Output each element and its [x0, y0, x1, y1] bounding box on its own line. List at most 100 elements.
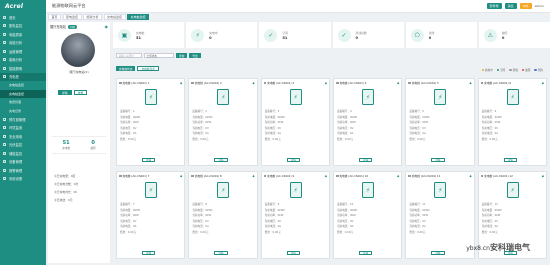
search-input[interactable]: 请输入关键字 [116, 53, 142, 58]
charging-gun-icon: ⚡ [362, 182, 374, 198]
legend-label: 预约 [537, 69, 543, 72]
pile-detail-button[interactable]: 详情 [286, 157, 300, 162]
sidebar-item[interactable]: 用能分析 [0, 39, 46, 48]
pile-detail-button[interactable]: 详情 [142, 250, 156, 255]
sidebar-item[interactable]: 智能照明 [0, 64, 46, 73]
pile-detail-button[interactable]: 详情 [142, 157, 156, 162]
sidebar-item[interactable]: 充电桩监控 [0, 89, 46, 98]
card-value: 0 [501, 35, 505, 40]
pile-checkbox[interactable] [119, 174, 122, 178]
pile-detail-button[interactable]: 详情 [431, 250, 445, 255]
page-tabs: 首页 配电监控 能耗分析 充电站监控 充电桩监控 [48, 14, 150, 21]
pile-card[interactable]: 充电桩 (AC-CS001) 7 ◆ ⚡ 设备编号：7 当前电量：0kWh 当前功率：0k… [116, 171, 186, 259]
query-button[interactable]: 查询 [176, 53, 188, 58]
station-detail-button[interactable]: 详情 [58, 90, 72, 95]
pile-detail-button[interactable]: 详情 [431, 157, 445, 162]
summary-card[interactable]: ⚠ 故障 0 [478, 22, 550, 48]
pile-details: 设备编号：5 当前电量：0kWh 当前功率：0kW 当前电压：0V 当前电流：0A 费用：… [409, 109, 429, 143]
menu-icon [3, 160, 6, 164]
sidebar: 首页 配电监控 电能质量 用能分析 运维管理 能耗分析 智能照明 充电桩 充电站监控 充电桩监控收… [0, 13, 46, 265]
sidebar-item[interactable]: 充电记录 [0, 107, 46, 116]
header-button-company[interactable]: 安科瑞 [486, 3, 502, 9]
summary-card[interactable]: ⚡ 充电中 0 [186, 22, 258, 48]
card-value: 51 [136, 35, 142, 40]
pile-card[interactable]: 充电桩 (AC-CS001) 5 ◆ ⚡ 设备编号：5 当前电量：0kWh 当前功率：0k… [405, 78, 475, 166]
sidebar-item[interactable]: 储能监控 [0, 149, 46, 158]
pile-checkbox[interactable] [408, 81, 411, 85]
sidebar-item[interactable]: 光伏监控 [0, 141, 46, 150]
pile-card[interactable]: 充电桩 (AC-CS001) 1 ◆ ⚡ 设备编号：1 当前电量：0kWh 当前功率：0k… [116, 78, 186, 166]
header-button-messages[interactable]: 消息 [504, 3, 517, 9]
sidebar-item[interactable]: 收费管理 [0, 98, 46, 107]
station-favorite-button[interactable]: 收藏 [73, 90, 88, 95]
location-pin-icon: ◆ [397, 173, 400, 178]
tab[interactable]: 首页 [48, 14, 62, 20]
header-button-language[interactable]: 中文 [519, 3, 532, 9]
tab-pile-list[interactable]: 充电桩列表 [137, 66, 159, 71]
tab[interactable]: 充电站监控 [103, 14, 126, 20]
pile-checkbox[interactable] [119, 81, 122, 85]
tab[interactable]: 充电桩监控 [127, 14, 150, 20]
pile-checkbox[interactable] [191, 174, 194, 178]
summary-card[interactable]: ✓ 离线总数 0 [332, 22, 404, 48]
pile-card[interactable]: 充电桩 (AC-CS001) 2 ◆ ⚡ 设备编号：2 当前电量：0kWh 当前功率：0k… [188, 78, 258, 166]
brand-logo[interactable]: Acrel [0, 0, 46, 13]
pile-checkbox[interactable] [191, 81, 194, 85]
sidebar-item[interactable]: 能耗分析 [0, 56, 46, 65]
pile-card[interactable]: 充电桩 (AC-CS001) 9 ◆ ⚡ 设备编号：9 当前电量：0kWh 当前功率：0k… [260, 171, 330, 259]
pile-card[interactable]: 充电桩 (AC-CS001) 6 ◆ ⚡ 设备编号：6 当前电量：0kWh 当前功率：0k… [477, 78, 547, 166]
station-toggle[interactable]: 切换 [67, 24, 77, 29]
sidebar-item[interactable]: 电能质量 [0, 30, 46, 39]
sidebar-item[interactable]: 运维管理 [0, 47, 46, 56]
pile-detail-button[interactable]: 详情 [359, 157, 373, 162]
status-select[interactable]: 全部状态 [144, 53, 174, 58]
pile-checkbox[interactable] [480, 174, 484, 178]
sidebar-item[interactable]: 充电桩 [0, 72, 46, 81]
sidebar-item[interactable]: 首页 [0, 13, 46, 22]
user-name[interactable]: admin [535, 4, 544, 8]
pile-detail-line: 当前功率：0kW [481, 214, 501, 218]
summary-card[interactable]: ✓ 空闲 51 [259, 22, 331, 48]
sidebar-item[interactable]: 预付费管理 [0, 115, 46, 124]
tab-pile-status[interactable]: 充电桩状态 [116, 66, 136, 71]
pile-card[interactable]: 充电桩 (AC-CS001) 4 ◆ ⚡ 设备编号：4 当前电量：0kWh 当前功率：0k… [333, 78, 403, 166]
pile-card[interactable]: 充电桩 (AC-CS001) 10 ◆ ⚡ 设备编号：10 当前电量：0kWh 当前功率：… [333, 171, 403, 259]
pile-detail-line: 费用：0.00元 [337, 137, 354, 141]
sidebar-item[interactable]: 环境监测 [0, 124, 46, 133]
tab[interactable]: 能耗分析 [83, 14, 103, 20]
pile-detail-line: 当前功率：0kW [192, 121, 212, 125]
pile-checkbox[interactable] [408, 174, 411, 178]
sidebar-item-label: 充电记录 [9, 108, 22, 113]
card-value: 51 [282, 35, 288, 40]
pile-detail-button[interactable]: 详情 [286, 250, 300, 255]
pile-card[interactable]: 充电桩 (AC-CS001) 3 ◆ ⚡ 设备编号：3 当前电量：0kWh 当前功率：0k… [260, 78, 330, 166]
pile-card[interactable]: 充电桩 (AC-CS001) 8 ◆ ⚡ 设备编号：8 当前电量：0kWh 当前功率：0k… [188, 171, 258, 259]
pile-checkbox[interactable] [480, 81, 484, 85]
pile-detail-button[interactable]: 详情 [503, 157, 517, 162]
pile-detail-button[interactable]: 详情 [214, 250, 228, 255]
pile-name: 充电桩 (AC-CS001) 1 [122, 81, 150, 85]
location-pin-icon: ◆ [541, 173, 544, 178]
legend-dot [534, 68, 537, 72]
sidebar-item[interactable]: 充电站监控 [0, 81, 46, 90]
sidebar-item[interactable]: 安全用电 [0, 132, 46, 141]
pile-detail-button[interactable]: 详情 [359, 250, 373, 255]
sidebar-item[interactable]: 设备管理 [0, 158, 46, 167]
tab[interactable]: 配电监控 [62, 14, 82, 20]
summary-card[interactable]: ▣ 充电桩 51 [113, 22, 185, 48]
export-button[interactable]: 导出 [189, 53, 201, 58]
card-value: 0 [209, 35, 212, 40]
menu-icon [3, 58, 6, 62]
sidebar-item[interactable]: 报警管理 [0, 166, 46, 175]
pile-checkbox[interactable] [336, 81, 339, 85]
sidebar-item[interactable]: 系统设置 [0, 175, 46, 184]
pile-detail-button[interactable]: 详情 [214, 157, 228, 162]
summary-card[interactable]: ⬠ 离线 0 [405, 22, 477, 48]
camera-icon[interactable]: ◉ [105, 24, 109, 29]
pile-checkbox[interactable] [263, 81, 267, 85]
sidebar-item[interactable]: 配电监控 [0, 22, 46, 31]
pile-checkbox[interactable] [336, 174, 339, 178]
pile-name: 充电桩 (AC-CS001) 2 [194, 81, 222, 85]
pile-card[interactable]: 充电桩 (AC-CS001) 11 ◆ ⚡ 设备编号：11 当前电量：0kWh 当前功率：… [405, 171, 475, 259]
pile-checkbox[interactable] [263, 174, 267, 178]
